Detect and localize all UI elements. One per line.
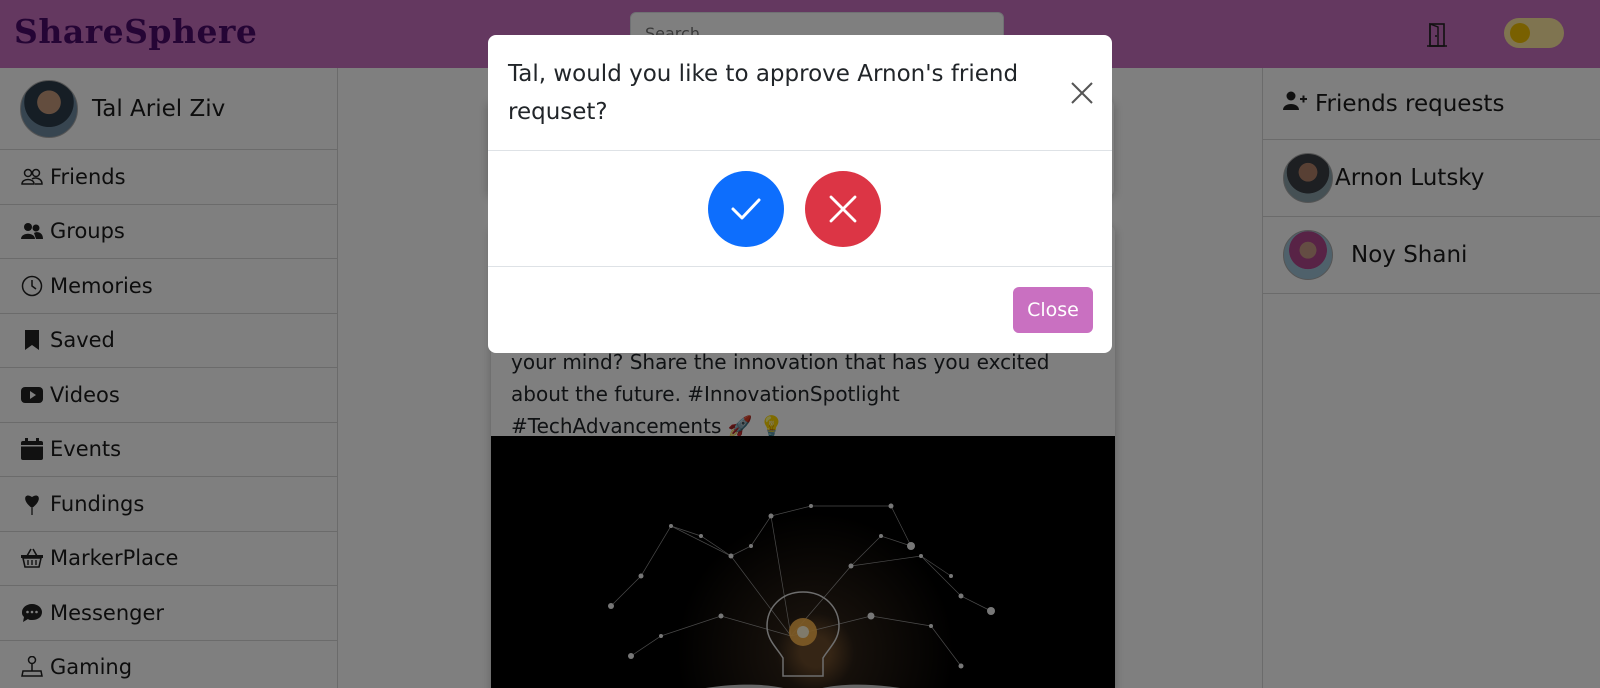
modal-header: Tal, would you like to approve Arnon's f… xyxy=(488,35,1112,151)
modal-body xyxy=(488,151,1112,267)
check-icon xyxy=(731,198,761,220)
modal-footer: Close xyxy=(488,267,1112,353)
close-icon[interactable] xyxy=(1070,81,1094,105)
approve-button[interactable] xyxy=(708,171,784,247)
close-button[interactable]: Close xyxy=(1013,287,1093,333)
friend-request-modal: Tal, would you like to approve Arnon's f… xyxy=(488,35,1112,353)
modal-title: Tal, would you like to approve Arnon's f… xyxy=(508,61,1019,125)
decline-button[interactable] xyxy=(805,171,881,247)
x-icon xyxy=(829,195,857,223)
